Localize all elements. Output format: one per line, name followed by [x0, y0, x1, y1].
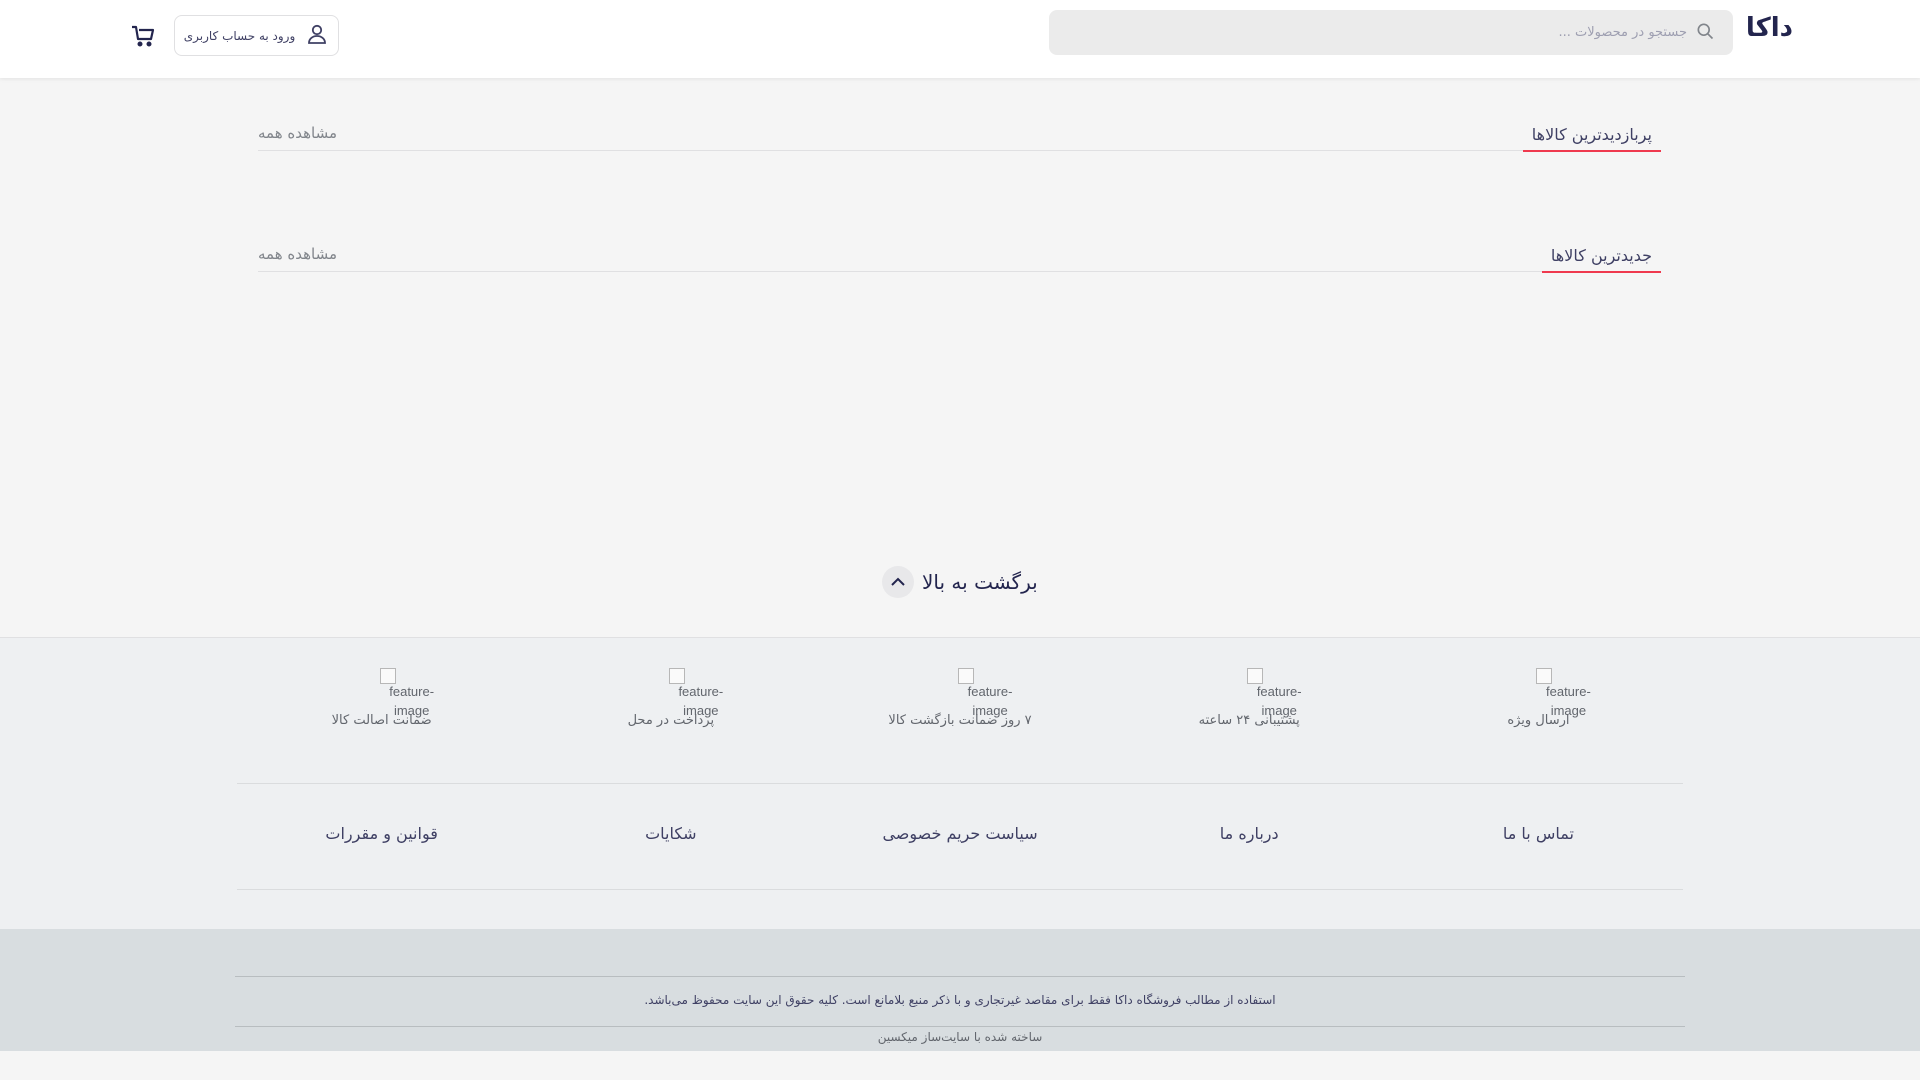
login-button[interactable]: ورود به حساب کاربری	[174, 15, 339, 56]
feature-image-alt: feature-image	[678, 684, 724, 718]
feature-item: feature-image پرداخت در محل	[571, 668, 771, 728]
feature-image: feature-image	[1219, 668, 1302, 718]
footer-link-about[interactable]: درباره ما	[1149, 824, 1349, 843]
feature-image: feature-image	[930, 668, 1012, 718]
footer-link-terms[interactable]: قوانین و مقررات	[282, 824, 482, 843]
back-to-top-label: برگشت به بالا	[922, 570, 1038, 594]
footer-links: تماس با ما درباره ما سیاست حریم خصوصی شک…	[237, 824, 1683, 843]
feature-image-alt: feature-image	[389, 684, 435, 718]
divider	[237, 783, 1683, 784]
footer-link-privacy[interactable]: سیاست حریم خصوصی	[860, 824, 1060, 843]
view-all-link[interactable]: مشاهده همه	[258, 124, 337, 142]
site-logo[interactable]: داکا	[1746, 13, 1793, 43]
cart-icon[interactable]	[130, 23, 156, 49]
site-header: داکا ورود به حساب کاربری	[0, 0, 1920, 78]
login-label: ورود به حساب کاربری	[183, 28, 296, 43]
chevron-up-icon	[882, 566, 914, 598]
divider	[235, 976, 1685, 977]
search-bar[interactable]	[1049, 10, 1733, 55]
feature-image-alt: feature-image	[1256, 684, 1302, 718]
feature-item: feature-image ارسال ویژه	[1438, 668, 1638, 728]
section-title: جدیدترین کالاها	[1541, 246, 1661, 273]
copyright-text: استفاده از مطالب فروشگاه داکا فقط برای م…	[644, 993, 1276, 1007]
view-all-link[interactable]: مشاهده همه	[258, 245, 337, 263]
feature-item: feature-image ضمانت اصالت کالا	[282, 668, 482, 728]
divider	[235, 1026, 1685, 1027]
search-icon[interactable]	[1695, 21, 1715, 45]
section-title: پربازدیدترین کالاها	[1522, 125, 1661, 152]
search-input[interactable]	[1127, 25, 1687, 40]
feature-list: feature-image ارسال ویژه feature-image پ…	[237, 668, 1683, 728]
feature-image-alt: feature-image	[1546, 684, 1591, 718]
footer-features: feature-image ارسال ویژه feature-image پ…	[0, 637, 1920, 929]
newest-section-header: جدیدترین کالاها مشاهده همه	[258, 242, 1661, 273]
most-viewed-section-header: پربازدیدترین کالاها مشاهده همه	[258, 121, 1661, 152]
feature-image: feature-image	[641, 668, 723, 718]
feature-image: feature-image	[352, 668, 434, 718]
footer-link-complaints[interactable]: شکایات	[571, 824, 771, 843]
feature-image-alt: feature-image	[967, 684, 1013, 718]
feature-item: feature-image پشتیبانی ۲۴ ساعته	[1149, 668, 1349, 728]
divider	[237, 889, 1683, 890]
user-icon	[305, 22, 329, 49]
site-builder-credit[interactable]: ساخته شده با سایت‌ساز میکسین	[0, 1030, 1920, 1044]
footer-link-contact[interactable]: تماس با ما	[1438, 824, 1638, 843]
feature-image: feature-image	[1508, 668, 1591, 718]
back-to-top-button[interactable]: برگشت به بالا	[882, 566, 1038, 598]
feature-item: feature-image ۷ روز ضمانت بازگشت کالا	[860, 668, 1060, 728]
